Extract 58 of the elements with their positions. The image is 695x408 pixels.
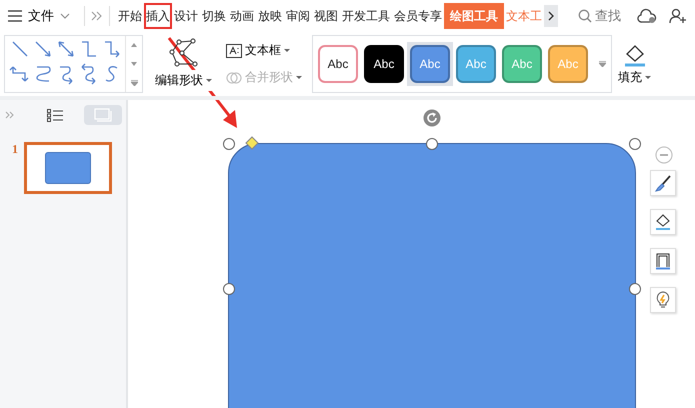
- shape-thumbnail: [45, 152, 91, 184]
- search-button[interactable]: 查找: [572, 6, 627, 26]
- ribbon-tab[interactable]: 开始: [116, 3, 144, 29]
- menu-icon: [8, 10, 22, 22]
- double-chevron-icon: [4, 111, 15, 119]
- ribbon-tab[interactable]: 会员专享: [392, 3, 444, 29]
- slide-number: 1: [12, 142, 18, 157]
- double-chevron-icon: [91, 11, 103, 21]
- search-icon: [578, 9, 592, 23]
- resize-handle[interactable]: [223, 283, 235, 295]
- dropdown-icon: [206, 78, 212, 82]
- resize-handle[interactable]: [629, 283, 641, 295]
- merge-circles-icon: [226, 70, 242, 84]
- file-menu[interactable]: 文件: [0, 2, 78, 30]
- slides-icon: [94, 108, 112, 122]
- ribbon-tab[interactable]: 插入: [144, 3, 172, 29]
- outline-tool-button[interactable]: [650, 248, 676, 274]
- chevron-down-icon: [60, 13, 70, 19]
- cloud-icon: [637, 8, 657, 24]
- ribbon-tab[interactable]: 开发工具: [340, 3, 392, 29]
- resize-handle[interactable]: [629, 138, 641, 150]
- shape-style-swatch[interactable]: Abc: [364, 45, 404, 83]
- scroll-tabs-button[interactable]: [544, 5, 558, 27]
- edit-points-icon: [168, 38, 198, 68]
- expand-icon: [130, 80, 138, 86]
- ribbon-tab[interactable]: 视图: [312, 3, 340, 29]
- ribbon-tab[interactable]: 设计: [172, 3, 200, 29]
- triangle-up-icon: [131, 43, 137, 48]
- resize-handle[interactable]: [223, 138, 235, 150]
- minus-circle-icon[interactable]: [655, 146, 673, 164]
- dropdown-icon: [296, 76, 302, 79]
- expand-icon: [598, 61, 606, 67]
- edit-shape-button[interactable]: 编辑形状: [153, 70, 214, 90]
- triangle-down-icon: [131, 62, 137, 66]
- resize-handle[interactable]: [426, 138, 438, 150]
- ribbon-tab[interactable]: 切换: [200, 3, 228, 29]
- fill-tool-button[interactable]: [650, 209, 676, 235]
- frame-icon: [654, 252, 672, 270]
- brush-icon: [654, 174, 672, 192]
- list-icon: [46, 108, 63, 122]
- fill-button[interactable]: 填充: [616, 42, 653, 86]
- dropdown-icon: [645, 76, 651, 78]
- text-box-icon: [226, 44, 242, 58]
- shape-style-swatch[interactable]: Abc: [318, 45, 358, 83]
- smart-tool-button[interactable]: [650, 287, 676, 313]
- fill-bucket-icon: [654, 213, 672, 231]
- ribbon-tab[interactable]: 动画: [228, 3, 256, 29]
- style-tool-button[interactable]: [650, 170, 676, 196]
- adjust-handle[interactable]: [245, 136, 259, 150]
- slide-thumbnail[interactable]: [24, 142, 112, 194]
- dropdown-icon: [284, 49, 290, 52]
- ribbon-tab[interactable]: 审阅: [284, 3, 312, 29]
- lightbulb-icon: [654, 291, 672, 309]
- fill-bucket-icon: [622, 42, 646, 66]
- rotate-handle-icon[interactable]: [423, 109, 441, 127]
- ribbon-tab[interactable]: 放映: [256, 3, 284, 29]
- chevron-right-icon: [548, 11, 554, 21]
- add-user-icon: [669, 8, 687, 24]
